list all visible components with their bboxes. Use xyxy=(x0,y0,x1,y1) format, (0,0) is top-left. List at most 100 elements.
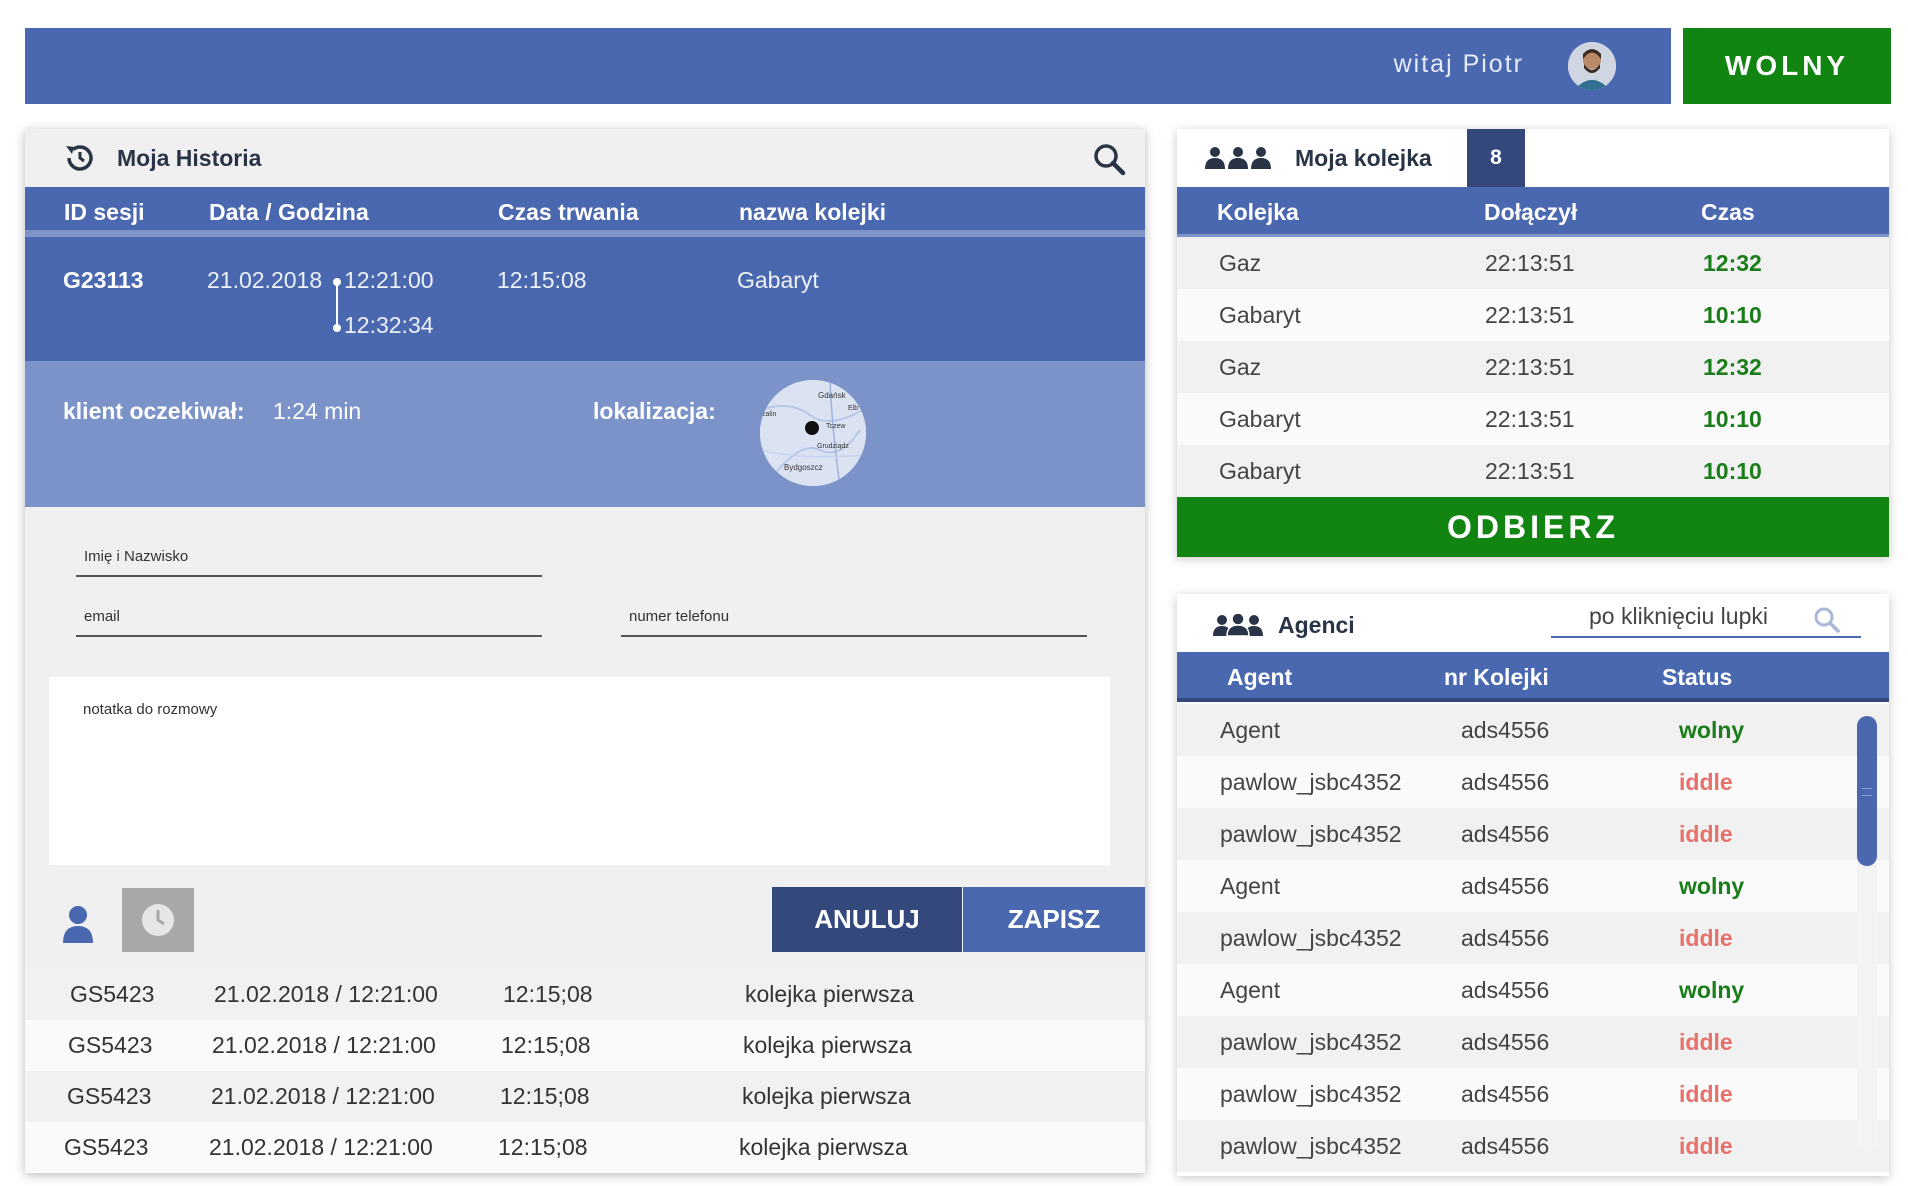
agent-row[interactable]: pawlow_jsbc4352 ads4556 iddle xyxy=(1177,1068,1889,1120)
clock-button[interactable] xyxy=(122,888,194,952)
history-row[interactable]: GS5423 21.02.2018 / 12:21:00 12:15;08 ko… xyxy=(25,1071,1145,1122)
row-queue-number: ads4556 xyxy=(1461,977,1550,1003)
wait-value: 1:24 min xyxy=(273,398,362,424)
row-time: 10:10 xyxy=(1703,458,1762,484)
column-session-id[interactable]: ID sesji xyxy=(64,199,145,226)
row-queue-number: ads4556 xyxy=(1461,821,1550,847)
status-button[interactable]: WOLNY xyxy=(1683,28,1891,104)
row-datetime: 21.02.2018 / 12:21:00 xyxy=(212,1032,436,1058)
map-pin-icon xyxy=(805,421,819,435)
phone-input[interactable] xyxy=(621,605,1087,637)
active-session-id: G23113 xyxy=(63,267,144,293)
row-queue-number: ads4556 xyxy=(1461,1133,1550,1159)
agent-search-icon[interactable] xyxy=(1813,606,1841,634)
row-queue-number: ads4556 xyxy=(1461,1029,1550,1055)
history-detail: klient oczekiwał: 1:24 min lokalizacja: … xyxy=(25,361,1145,507)
scrollbar-grip-icon xyxy=(1862,788,1872,796)
column-queue[interactable]: Kolejka xyxy=(1217,199,1299,226)
row-status: wolny xyxy=(1679,977,1745,1003)
row-duration: 12:15;08 xyxy=(503,981,593,1007)
row-status: iddle xyxy=(1679,1029,1733,1055)
queue-row[interactable]: Gaz 22:13:51 12:32 xyxy=(1177,237,1889,289)
row-datetime: 21.02.2018 / 12:21:00 xyxy=(214,981,438,1007)
row-status: wolny xyxy=(1679,717,1745,743)
map-label-tczew: Tczew xyxy=(826,423,846,430)
map-label-elb: Elb xyxy=(848,405,858,412)
answer-button[interactable]: ODBIERZ xyxy=(1177,497,1889,557)
row-joined: 22:13:51 xyxy=(1485,250,1575,276)
queue-title: Moja kolejka xyxy=(1295,145,1432,171)
active-end-time: 12:32:34 xyxy=(344,312,434,338)
save-button[interactable]: ZAPISZ xyxy=(963,887,1145,952)
row-queue-number: ads4556 xyxy=(1461,769,1550,795)
map-label-zalin: zalin xyxy=(762,411,777,418)
agent-row[interactable]: Agent ads4556 wolny xyxy=(1177,964,1889,1016)
column-queue-name[interactable]: nazwa kolejki xyxy=(739,199,886,226)
column-date-time[interactable]: Data / Godzina xyxy=(209,199,369,226)
column-duration[interactable]: Czas trwania xyxy=(498,199,639,226)
agent-row[interactable]: pawlow_jsbc4352 ads4556 iddle xyxy=(1177,912,1889,964)
note-textarea[interactable] xyxy=(49,677,1110,865)
queue-row[interactable]: Gabaryt 22:13:51 10:10 xyxy=(1177,445,1889,497)
user-avatar-icon xyxy=(1568,42,1616,90)
row-queue-number: ads4556 xyxy=(1461,873,1550,899)
location-map[interactable]: Gdańsk Elb zalin Tczew Grudziądz Bydgosz… xyxy=(760,380,866,486)
agent-row[interactable]: pawlow_jsbc4352 ads4556 iddle xyxy=(1177,808,1889,860)
map-label-gdansk: Gdańsk xyxy=(818,391,847,400)
queue-panel: Moja kolejka 8 Kolejka Dołączył Czas Gaz… xyxy=(1177,129,1889,557)
search-icon[interactable] xyxy=(1091,141,1127,177)
row-status: iddle xyxy=(1679,821,1733,847)
row-agent-name: pawlow_jsbc4352 xyxy=(1220,821,1402,847)
row-queue-name: kolejka pierwsza xyxy=(743,1032,912,1058)
agents-title: Agenci xyxy=(1278,612,1355,638)
row-duration: 12:15;08 xyxy=(498,1134,588,1160)
map-label-bydgoszcz: Bydgoszcz xyxy=(784,463,823,472)
agents-scrollbar-thumb[interactable] xyxy=(1857,716,1877,866)
column-queue-number[interactable]: nr Kolejki xyxy=(1444,664,1549,691)
active-duration: 12:15:08 xyxy=(497,267,587,293)
user-icon[interactable] xyxy=(61,905,95,943)
history-active-row[interactable]: G23113 21.02.2018 12:21:00 12:32:34 12:1… xyxy=(25,237,1145,361)
agent-row[interactable]: pawlow_jsbc4352 ads4556 iddle xyxy=(1177,756,1889,808)
history-row[interactable]: GS5423 21.02.2018 / 12:21:00 12:15;08 ko… xyxy=(25,1122,1145,1173)
agent-row[interactable]: Agent ads4556 wolny xyxy=(1177,860,1889,912)
greeting-text: witaj Piotr xyxy=(1393,50,1524,78)
column-time[interactable]: Czas xyxy=(1701,199,1755,226)
row-agent-name: pawlow_jsbc4352 xyxy=(1220,769,1402,795)
avatar[interactable] xyxy=(1568,42,1616,90)
row-queue: Gabaryt xyxy=(1219,406,1301,432)
cancel-button[interactable]: ANULUJ xyxy=(772,887,962,952)
clock-icon xyxy=(142,904,174,936)
queue-column-headers: Kolejka Dołączył Czas xyxy=(1177,187,1889,237)
agent-row[interactable]: pawlow_jsbc4352 ads4556 iddle xyxy=(1177,1016,1889,1068)
queue-count-badge: 8 xyxy=(1467,129,1525,187)
agents-column-headers: Agent nr Kolejki Status xyxy=(1177,652,1889,702)
history-row[interactable]: GS5423 21.02.2018 / 12:21:00 12:15;08 ko… xyxy=(25,969,1145,1020)
queue-row[interactable]: Gaz 22:13:51 12:32 xyxy=(1177,341,1889,393)
queue-row[interactable]: Gabaryt 22:13:51 10:10 xyxy=(1177,289,1889,341)
row-agent-name: pawlow_jsbc4352 xyxy=(1220,925,1402,951)
row-agent-name: Agent xyxy=(1220,977,1281,1003)
row-queue-name: kolejka pierwsza xyxy=(739,1134,908,1160)
column-status[interactable]: Status xyxy=(1662,664,1732,691)
agents-group-icon xyxy=(1213,614,1263,636)
row-joined: 22:13:51 xyxy=(1485,458,1575,484)
queue-header: Moja kolejka 8 xyxy=(1177,129,1889,187)
column-agent[interactable]: Agent xyxy=(1227,664,1292,691)
row-duration: 12:15;08 xyxy=(500,1083,590,1109)
history-icon xyxy=(66,145,93,171)
name-input[interactable] xyxy=(76,545,542,577)
email-input[interactable] xyxy=(76,605,542,637)
history-row[interactable]: GS5423 21.02.2018 / 12:21:00 12:15;08 ko… xyxy=(25,1020,1145,1071)
row-time: 12:32 xyxy=(1703,354,1762,380)
agent-row[interactable]: Agent ads4556 wolny xyxy=(1177,704,1889,756)
row-agent-name: Agent xyxy=(1220,717,1281,743)
queue-row[interactable]: Gabaryt 22:13:51 10:10 xyxy=(1177,393,1889,445)
row-queue-number: ads4556 xyxy=(1461,1081,1550,1107)
row-queue-name: kolejka pierwsza xyxy=(742,1083,911,1109)
row-session-id: GS5423 xyxy=(67,1083,152,1109)
row-joined: 22:13:51 xyxy=(1485,302,1575,328)
history-panel: Moja Historia ID sesji Data / Godzina Cz… xyxy=(25,129,1145,1173)
agent-row[interactable]: pawlow_jsbc4352 ads4556 iddle xyxy=(1177,1120,1889,1172)
column-joined[interactable]: Dołączył xyxy=(1484,199,1577,226)
